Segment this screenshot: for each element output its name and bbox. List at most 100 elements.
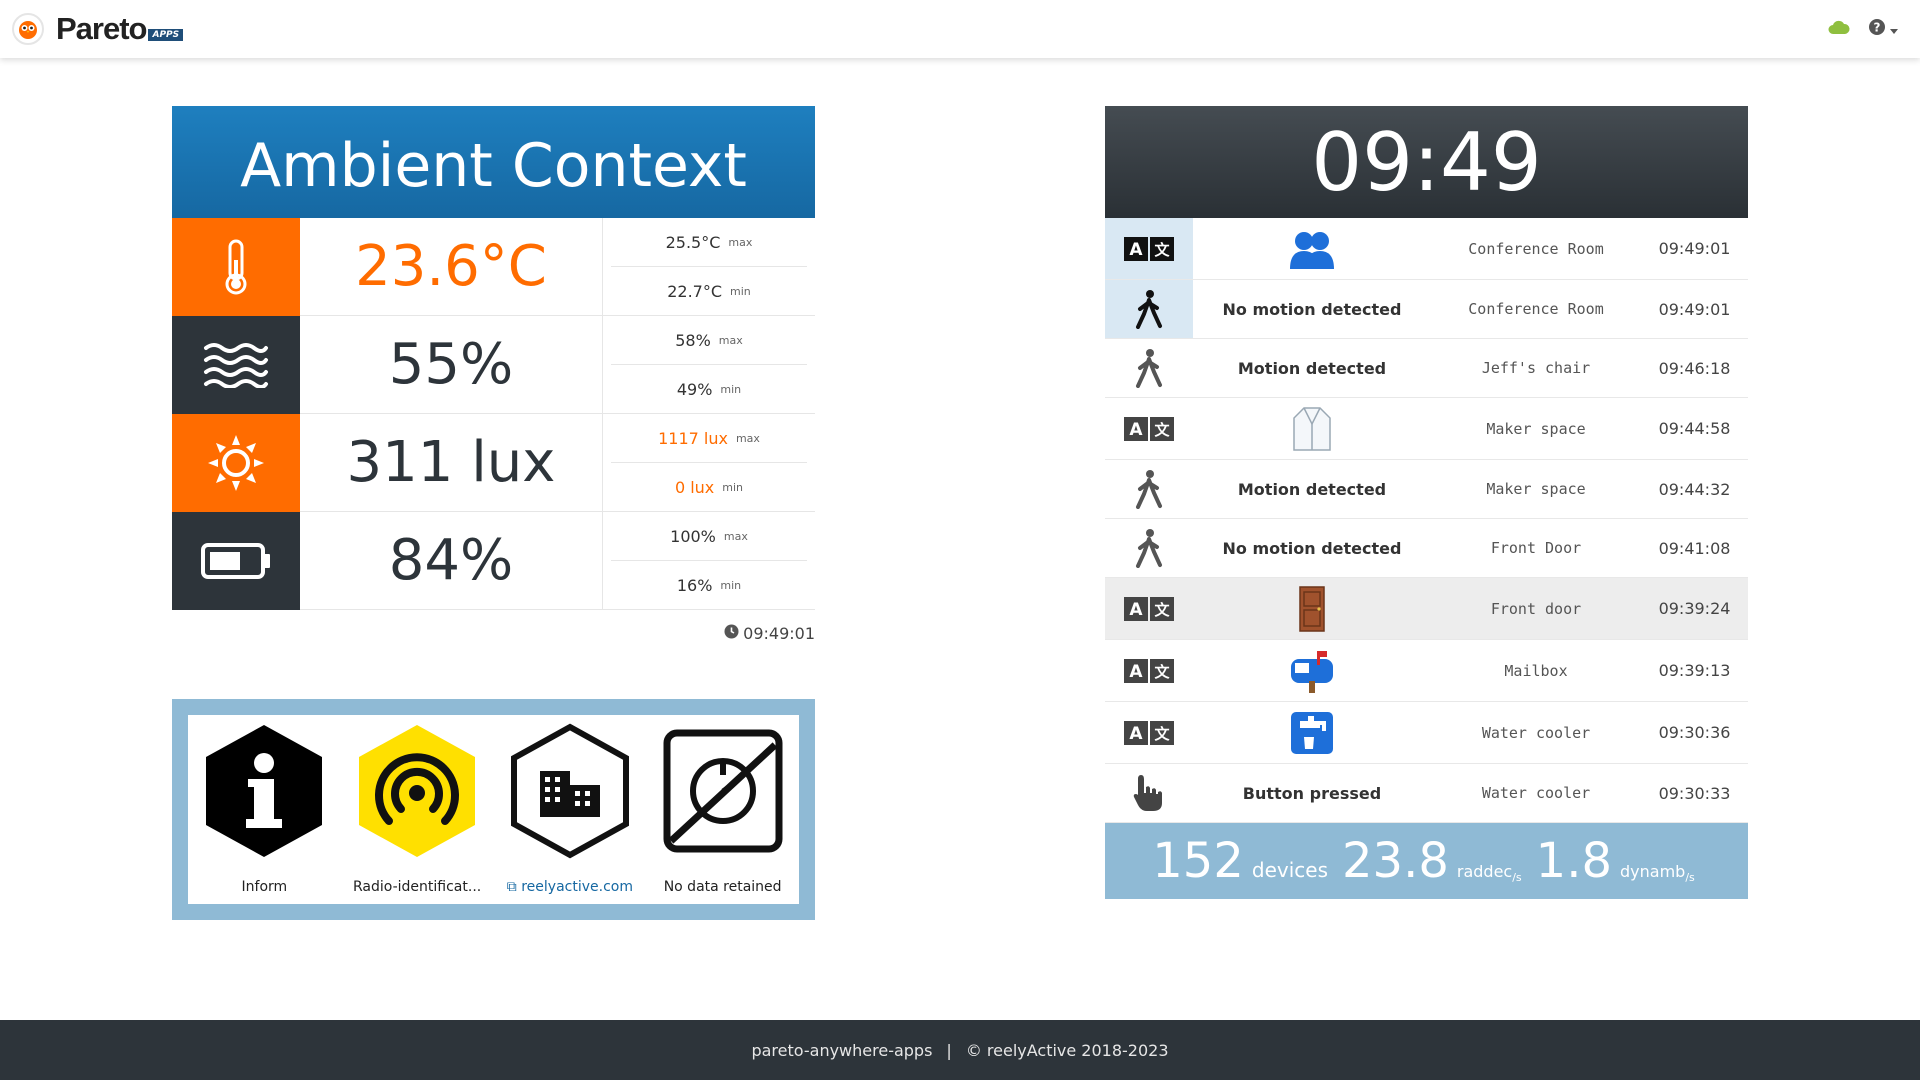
sun-icon bbox=[172, 414, 300, 512]
feed-time: 09:49:01 bbox=[1658, 239, 1731, 258]
raddec-label: raddec/s bbox=[1456, 862, 1522, 885]
radio-signal-hexagon-icon bbox=[355, 723, 479, 863]
feed-row[interactable]: A文 Maker space 09:44:58 bbox=[1105, 398, 1748, 460]
info-item-inform[interactable]: Inform bbox=[192, 723, 337, 904]
humidity-minmax: 58% max 49% min bbox=[603, 316, 815, 413]
question-circle-icon: ? bbox=[1868, 18, 1886, 40]
illuminance-value: 311 lux bbox=[300, 414, 603, 511]
svg-text:A: A bbox=[1129, 724, 1143, 744]
feed-location: Conference Room bbox=[1468, 300, 1604, 318]
info-item-no-data[interactable]: No data retained bbox=[650, 723, 795, 904]
clock-icon bbox=[724, 624, 739, 643]
humidity-waves-icon bbox=[172, 316, 300, 414]
external-link-icon: ⧉ bbox=[506, 879, 517, 895]
ambient-title: Ambient Context bbox=[172, 106, 815, 218]
feed-location: Water cooler bbox=[1481, 784, 1591, 802]
feed-location: Front Door bbox=[1490, 539, 1582, 557]
feed-location: Water cooler bbox=[1481, 723, 1591, 742]
feed-row[interactable]: A文 Conference Room 09:49:01 bbox=[1105, 218, 1748, 280]
feed-emoji bbox=[1193, 649, 1431, 693]
feed-row[interactable]: No motion detected Conference Room 09:49… bbox=[1105, 280, 1748, 339]
illuminance-minmax: 1117 lux max 0 lux min bbox=[603, 414, 815, 511]
feed-row[interactable]: Button pressed Water cooler 09:30:33 bbox=[1105, 764, 1748, 823]
walking-person-icon bbox=[1105, 460, 1193, 518]
footer-copyright[interactable]: © reelyActive 2018-2023 bbox=[966, 1041, 1169, 1060]
pointing-hand-icon bbox=[1105, 764, 1193, 822]
feed-status: No motion detected bbox=[1222, 299, 1402, 319]
temperature-max: 25.5°C max bbox=[611, 218, 807, 267]
svg-text:文: 文 bbox=[1154, 725, 1170, 743]
info-item-website[interactable]: ⧉ reelyactive.com bbox=[497, 723, 642, 904]
feed-location: Mailbox bbox=[1504, 661, 1568, 680]
footer-project-link[interactable]: pareto-anywhere-apps bbox=[751, 1041, 932, 1060]
battery-minmax: 100% max 16% min bbox=[603, 512, 815, 609]
svg-text:A: A bbox=[1129, 420, 1143, 440]
svg-text:文: 文 bbox=[1154, 421, 1170, 439]
walking-person-icon bbox=[1105, 519, 1193, 577]
humidity-value: 55% bbox=[300, 316, 603, 413]
feed-row[interactable]: A文 Mailbox 09:39:13 bbox=[1105, 640, 1748, 702]
feed-row[interactable]: Motion detected Maker space 09:44:32 bbox=[1105, 460, 1748, 519]
lab-coat-icon bbox=[1293, 406, 1331, 451]
help-menu[interactable]: ? bbox=[1868, 18, 1898, 40]
battery-icon bbox=[172, 512, 300, 610]
humidity-max: 58% max bbox=[611, 316, 807, 365]
feed-location: Conference Room bbox=[1468, 239, 1604, 258]
translate-icon: A文 bbox=[1105, 640, 1193, 701]
dynamb-feed: 09:49 A文 Conference Room 09:49:01 No mot… bbox=[1105, 106, 1748, 899]
battery-row: 84% 100% max 16% min bbox=[172, 512, 815, 610]
people-icon bbox=[1290, 231, 1334, 269]
dynamb-rate: 1.8 bbox=[1535, 833, 1612, 889]
translate-icon: A文 bbox=[1105, 398, 1193, 459]
feed-row[interactable]: A文 Front door 09:39:24 bbox=[1105, 578, 1748, 640]
feed-time: 09:46:18 bbox=[1658, 358, 1731, 378]
devices-label: devices bbox=[1251, 858, 1328, 882]
info-item-radio[interactable]: Radio-identificat... bbox=[345, 723, 490, 904]
feed-emoji bbox=[1193, 711, 1431, 755]
clock-display: 09:49 bbox=[1105, 106, 1748, 218]
feed-status: No motion detected bbox=[1222, 538, 1402, 558]
translate-icon: A文 bbox=[1105, 578, 1193, 639]
no-data-retained-icon bbox=[661, 723, 785, 863]
feed-status: Motion detected bbox=[1237, 479, 1387, 499]
reelyactive-link[interactable]: ⧉ reelyactive.com bbox=[507, 879, 633, 895]
nav-right: ? bbox=[1828, 18, 1898, 40]
illuminance-min: 0 lux min bbox=[674, 477, 744, 497]
feed-time: 09:44:32 bbox=[1658, 479, 1731, 499]
devices-count: 152 bbox=[1152, 833, 1244, 889]
footer: pareto-anywhere-apps | © reelyActive 201… bbox=[0, 1020, 1920, 1080]
svg-text:A: A bbox=[1129, 240, 1143, 260]
battery-max: 100% max bbox=[611, 512, 807, 561]
translate-icon: A文 bbox=[1105, 218, 1193, 279]
raddec-rate: 23.8 bbox=[1342, 833, 1449, 889]
illuminance-max: 1117 lux max bbox=[611, 414, 807, 463]
feed-time: 09:44:58 bbox=[1658, 419, 1731, 438]
svg-text:文: 文 bbox=[1154, 601, 1170, 619]
temperature-value: 23.6°C bbox=[300, 218, 603, 315]
info-item-label: Radio-identificat... bbox=[353, 879, 482, 895]
svg-text:文: 文 bbox=[1154, 663, 1170, 681]
building-hexagon-icon bbox=[508, 723, 632, 863]
feed-row[interactable]: Motion detected Jeff's chair 09:46:18 bbox=[1105, 339, 1748, 398]
svg-text:?: ? bbox=[1874, 21, 1881, 35]
feed-time: 09:39:13 bbox=[1658, 661, 1731, 680]
top-navbar: Pareto APPS ? bbox=[0, 0, 1920, 58]
ambient-timestamp-text: 09:49:01 bbox=[743, 624, 815, 643]
info-hexagon-icon bbox=[202, 723, 326, 863]
ambient-context-card: Ambient Context 23.6°C 25.5°C max 22.7°C m… bbox=[172, 106, 815, 643]
svg-text:A: A bbox=[1129, 600, 1143, 620]
feed-location: Maker space bbox=[1486, 419, 1586, 438]
translate-icon: A文 bbox=[1105, 702, 1193, 763]
feed-time: 09:30:33 bbox=[1658, 783, 1731, 803]
footer-separator: | bbox=[946, 1040, 952, 1060]
feed-row[interactable]: A文 Water cooler 09:30:36 bbox=[1105, 702, 1748, 764]
owl-logo-icon[interactable] bbox=[12, 13, 44, 45]
feed-status: Button pressed bbox=[1242, 783, 1382, 803]
mailbox-icon bbox=[1291, 650, 1333, 693]
feed-row[interactable]: No motion detected Front Door 09:41:08 bbox=[1105, 519, 1748, 578]
humidity-row: 55% 58% max 49% min bbox=[172, 316, 815, 414]
brand-name[interactable]: Pareto bbox=[56, 11, 147, 47]
humidity-min: 49% min bbox=[676, 379, 742, 399]
caret-down-icon bbox=[1890, 20, 1898, 39]
cloud-icon[interactable] bbox=[1828, 19, 1850, 39]
